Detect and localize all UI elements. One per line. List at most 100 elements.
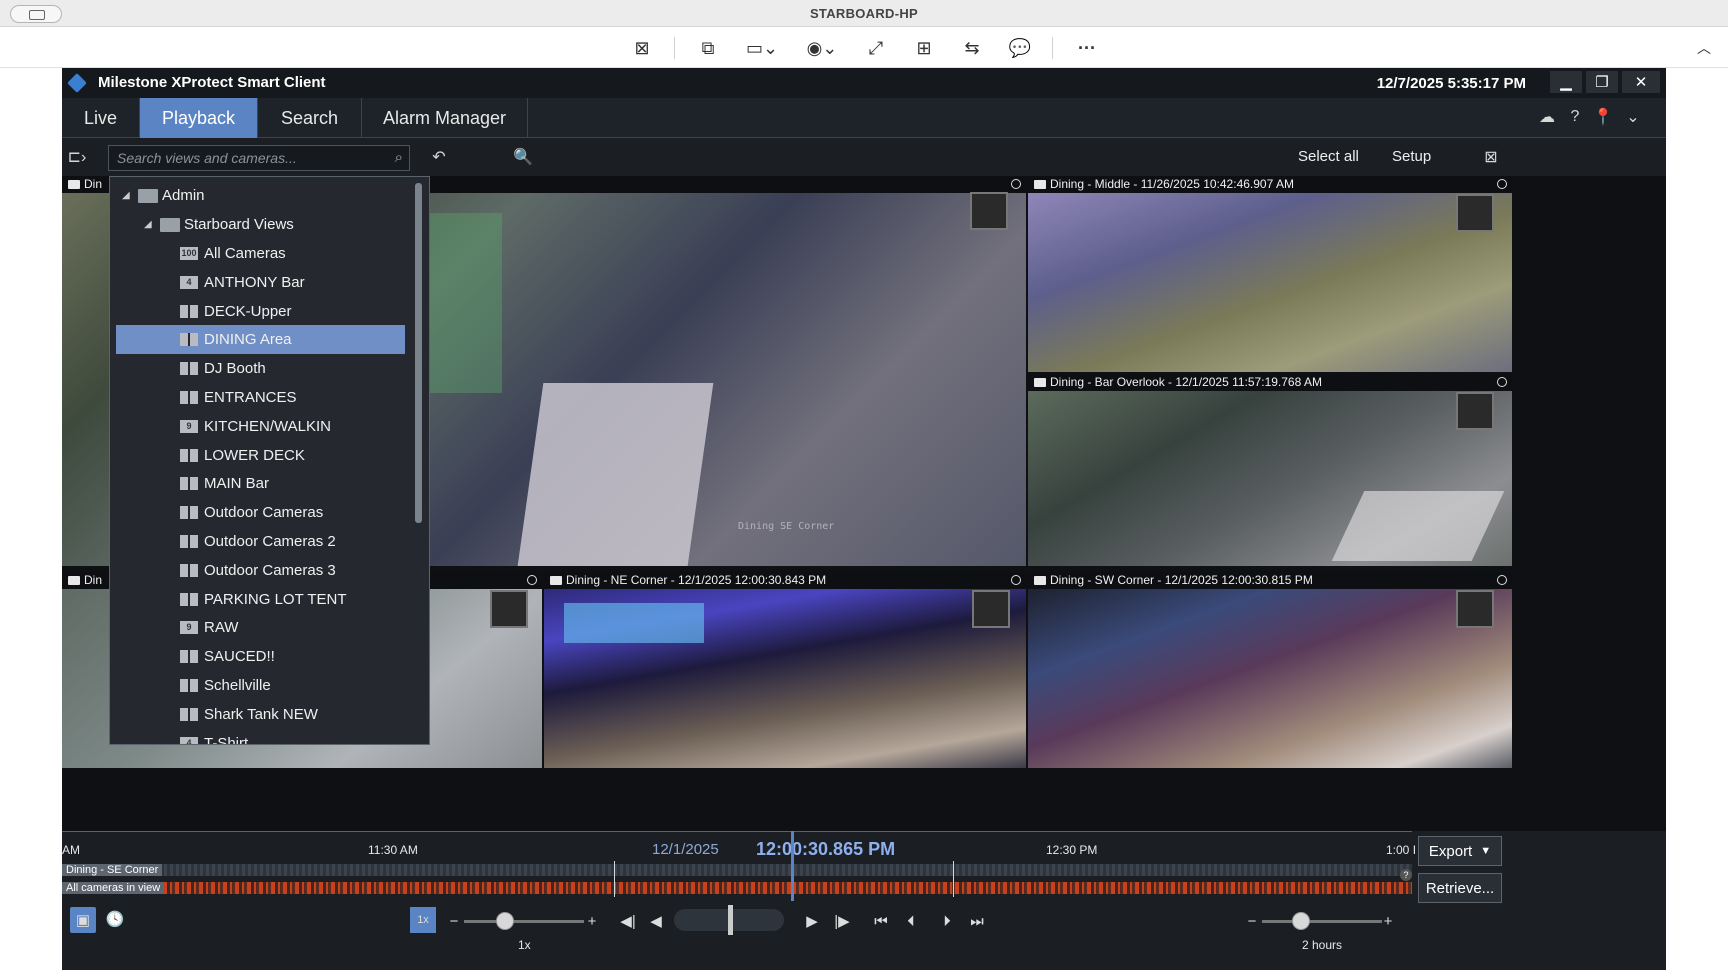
remote-toolbar: ⊠ ⧉ ▭⌄ ◉⌄ ⤢ ⊞ ⇆ 💬 ··· ︿: [0, 27, 1728, 68]
tree-item-label: Outdoor Cameras 2: [204, 533, 336, 550]
span-slider-knob[interactable]: [1292, 912, 1310, 930]
camera-tile-sw-corner[interactable]: Dining - SW Corner - 12/1/2025 12:00:30.…: [1028, 572, 1512, 768]
camera-overlay-label: Dining SE Corner: [738, 521, 835, 532]
tree-view-item[interactable]: 4 T-Shirt: [110, 729, 410, 744]
span-plus-icon[interactable]: +: [1380, 911, 1396, 931]
tree-view-item[interactable]: Outdoor Cameras: [110, 498, 410, 527]
split-icon[interactable]: ⊞: [912, 36, 936, 60]
tab-alarm-manager[interactable]: Alarm Manager: [362, 98, 528, 138]
speed-badge[interactable]: 1x: [410, 907, 436, 933]
close-button[interactable]: ✕: [1622, 71, 1660, 93]
record-indicator-icon: [527, 575, 537, 585]
transfer-icon[interactable]: ⇆: [960, 36, 984, 60]
tree-view-item[interactable]: 9 KITCHEN/WALKIN: [110, 412, 410, 441]
monitor-dropdown-icon[interactable]: ▭⌄: [744, 36, 780, 60]
pin-icon[interactable]: 📍: [1592, 106, 1614, 128]
chat-icon[interactable]: 💬: [1008, 36, 1032, 60]
speed-slider-knob[interactable]: [496, 912, 514, 930]
tree-view-item[interactable]: 100 All Cameras: [110, 239, 410, 268]
search-views-input[interactable]: Search views and cameras... ⌕: [108, 145, 410, 171]
app-titlebar: Milestone XProtect Smart Client 12/7/202…: [62, 68, 1666, 98]
expand-triangle-icon[interactable]: ◢: [144, 219, 154, 230]
clock-icon[interactable]: 🕓: [104, 909, 126, 929]
camera-icon: [1034, 576, 1046, 585]
tree-view-item[interactable]: Outdoor Cameras 3: [110, 556, 410, 585]
tree-view-item[interactable]: Shark Tank NEW: [110, 700, 410, 729]
tab-search[interactable]: Search: [258, 98, 362, 138]
fullscreen-icon[interactable]: ⤢: [864, 36, 888, 60]
more-icon[interactable]: ···: [1072, 36, 1102, 60]
previous-frame-icon[interactable]: ⏴: [900, 911, 922, 931]
setup-button[interactable]: Setup: [1392, 148, 1431, 165]
timeline-help-icon[interactable]: ?: [1400, 869, 1412, 881]
camera-tile-bar-overlook[interactable]: Dining - Bar Overlook - 12/1/2025 11:57:…: [1028, 374, 1512, 566]
search-icon[interactable]: ⌕: [395, 149, 403, 166]
pane-toggle-icon[interactable]: ⊏›: [66, 146, 88, 168]
skip-end-icon[interactable]: ⏭: [966, 911, 988, 931]
chevron-down-icon[interactable]: ⌄: [1622, 106, 1644, 128]
tree-view-item[interactable]: SAUCED!!: [110, 642, 410, 671]
view-layout-icon: [180, 707, 198, 721]
tree-item-starboard-views[interactable]: ◢ Starboard Views: [110, 210, 410, 239]
toolbar-divider: [674, 37, 675, 59]
tab-live[interactable]: Live: [62, 98, 140, 138]
selection-range[interactable]: [614, 861, 954, 897]
select-all-button[interactable]: Select all: [1298, 148, 1359, 165]
next-frame-icon[interactable]: ⏵: [936, 911, 958, 931]
step-forward-icon[interactable]: |▶: [832, 911, 852, 931]
search-placeholder: Search views and cameras...: [117, 150, 297, 166]
collapse-icon[interactable]: ︿: [1694, 36, 1714, 60]
tick-label-1230: 12:30 PM: [1046, 843, 1098, 857]
mode-toggle-icon[interactable]: ▣: [70, 907, 96, 933]
tree-item-label: All Cameras: [204, 245, 286, 262]
search-camera-icon[interactable]: 🔍: [512, 146, 534, 168]
playhead[interactable]: [791, 831, 794, 901]
help-icon[interactable]: ?: [1564, 106, 1586, 128]
tree-view-item[interactable]: Schellville: [110, 671, 410, 700]
network-icon[interactable]: ☁: [1536, 106, 1558, 128]
skip-start-icon[interactable]: ⏮: [870, 911, 892, 931]
tree-item-admin[interactable]: ◢ Admin: [110, 181, 410, 210]
tab-playback[interactable]: Playback: [140, 98, 258, 138]
tree-view-item[interactable]: 4 ANTHONY Bar: [110, 268, 410, 297]
undo-view-icon[interactable]: ↶: [428, 146, 450, 168]
camera-tile-middle[interactable]: Dining - Middle - 11/26/2025 10:42:46.90…: [1028, 176, 1512, 372]
speed-plus-icon[interactable]: +: [584, 911, 600, 931]
tree-view-item[interactable]: LOWER DECK: [110, 441, 410, 470]
expand-triangle-icon[interactable]: ◢: [122, 190, 132, 201]
minimize-button[interactable]: ▁: [1550, 71, 1582, 93]
play-icon[interactable]: ▶: [802, 911, 822, 931]
span-minus-icon[interactable]: −: [1244, 911, 1260, 931]
speed-slider-track[interactable]: [464, 920, 584, 923]
tree-view-item[interactable]: Outdoor Cameras 2: [110, 527, 410, 556]
restore-button[interactable]: ❐: [1586, 71, 1618, 93]
tree-view-item[interactable]: MAIN Bar: [110, 469, 410, 498]
tree-view-item[interactable]: DJ Booth: [110, 354, 410, 383]
camera-tile-ne-corner[interactable]: Dining - NE Corner - 12/1/2025 12:00:30.…: [544, 572, 1026, 768]
fullscreen-icon[interactable]: ⊠: [1480, 146, 1502, 168]
view-dropdown-icon[interactable]: ◉⌄: [804, 36, 840, 60]
jog-shuttle-handle[interactable]: [728, 905, 733, 935]
tree-item-label: ANTHONY Bar: [204, 273, 305, 291]
span-slider-track[interactable]: [1262, 920, 1382, 923]
xprotect-window: Milestone XProtect Smart Client 12/7/202…: [62, 68, 1666, 970]
speed-minus-icon[interactable]: −: [446, 911, 462, 931]
view-layout-icon: 4: [180, 275, 198, 289]
display-icon[interactable]: ⧉: [696, 36, 720, 60]
step-back-icon[interactable]: ◀|: [618, 911, 638, 931]
record-indicator-icon: [1497, 179, 1507, 189]
export-button[interactable]: Export ▼: [1418, 836, 1502, 866]
view-layout-icon: 100: [180, 247, 198, 260]
tree-view-item[interactable]: 9 RAW: [110, 613, 410, 642]
tree-view-item[interactable]: PARKING LOT TENT: [110, 585, 410, 614]
retrieve-button[interactable]: Retrieve...: [1418, 873, 1502, 903]
play-reverse-icon[interactable]: ◀: [646, 911, 666, 931]
tree-item-label: RAW: [204, 619, 239, 637]
disconnect-icon[interactable]: ⊠: [630, 36, 654, 60]
camera-video: [544, 589, 1026, 768]
tree-view-item[interactable]: DINING Area: [116, 325, 405, 355]
tree-view-item[interactable]: ENTRANCES: [110, 383, 410, 412]
tree-scrollbar[interactable]: [415, 183, 422, 523]
tree-view-item[interactable]: DECK-Upper: [110, 297, 410, 326]
view-layout-icon: [180, 477, 198, 491]
